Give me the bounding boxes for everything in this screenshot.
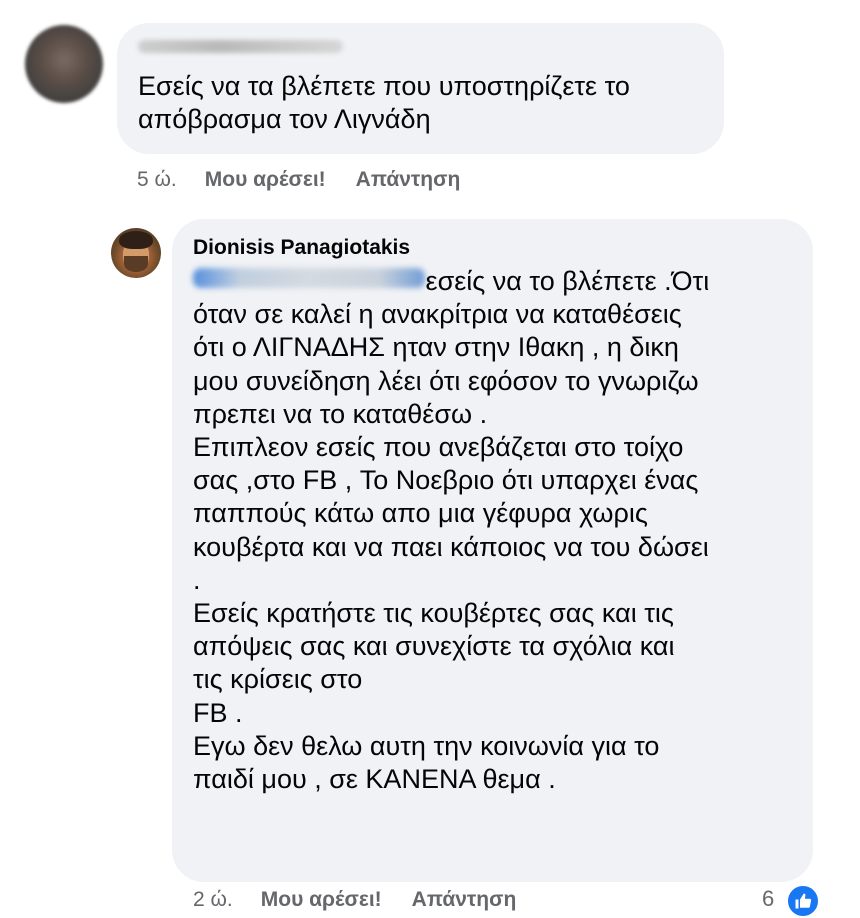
redacted-author-name — [138, 40, 343, 53]
reply-bubble: Dionisis Panagiotakis εσείς να το βλέπετ… — [172, 219, 813, 882]
like-button[interactable]: Μου αρέσει! — [205, 168, 326, 192]
like-button[interactable]: Μου αρέσει! — [261, 888, 382, 912]
comment-bubble: Εσείς να τα βλέπετε που υποστηρίζετε το … — [117, 23, 724, 154]
reply-time[interactable]: 2 ώ. — [193, 888, 233, 912]
comment-time[interactable]: 5 ώ. — [137, 168, 177, 192]
reply-author-avatar[interactable] — [111, 228, 161, 278]
reaction-count[interactable]: 6 — [762, 886, 774, 912]
reply-author-name[interactable]: Dionisis Panagiotakis — [193, 236, 410, 260]
reply-button[interactable]: Απάντηση — [356, 168, 461, 192]
reply-actions: 2 ώ. Μου αρέσει! Απάντηση — [193, 888, 516, 912]
reply-button[interactable]: Απάντηση — [412, 888, 517, 912]
reply-text: εσείς να το βλέπετε .Ότι όταν σε καλεί η… — [193, 266, 710, 795]
comment-text: Εσείς να τα βλέπετε που υποστηρίζετε το … — [138, 71, 630, 134]
comment-actions: 5 ώ. Μου αρέσει! Απάντηση — [137, 168, 460, 192]
thumbs-up-icon[interactable] — [786, 884, 820, 918]
commenter-avatar[interactable] — [25, 25, 103, 103]
